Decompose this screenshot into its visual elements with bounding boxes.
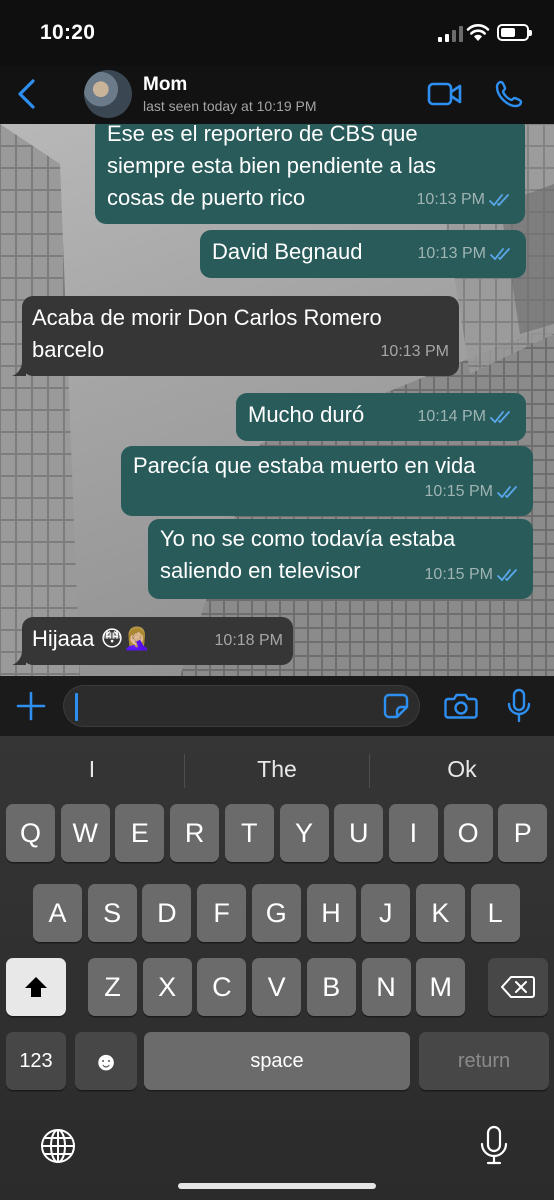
home-indicator[interactable]	[178, 1183, 376, 1189]
key-y[interactable]: Y	[279, 804, 329, 862]
key-m[interactable]: M	[416, 958, 466, 1016]
plus-icon[interactable]	[15, 690, 47, 722]
key-b[interactable]: B	[306, 958, 356, 1016]
battery-level	[501, 28, 515, 37]
key-a[interactable]: A	[33, 884, 82, 942]
key-i[interactable]: I	[388, 804, 438, 862]
message-meta: 10:13 PM	[417, 184, 513, 216]
key-x[interactable]: X	[142, 958, 192, 1016]
message-meta: 10:13 PM	[418, 238, 514, 270]
key-r[interactable]: R	[170, 804, 220, 862]
key-g[interactable]: G	[251, 884, 301, 942]
keyboard-suggestion[interactable]: I	[0, 756, 184, 783]
wifi-icon	[466, 24, 490, 41]
numbers-key[interactable]: 123	[6, 1032, 66, 1090]
keyboard-suggestion[interactable]: The	[185, 756, 369, 783]
avatar[interactable]	[84, 70, 132, 118]
key-z[interactable]: Z	[88, 958, 137, 1016]
status-bar: 10:20	[0, 0, 554, 66]
key-l[interactable]: L	[470, 884, 520, 942]
read-receipt-icon	[490, 411, 510, 424]
message-meta: 10:13 PM	[381, 336, 449, 368]
message-time: 10:13 PM	[417, 245, 486, 262]
space-key[interactable]: space	[144, 1032, 410, 1090]
read-receipt-icon	[497, 486, 517, 499]
key-w[interactable]: W	[60, 804, 110, 862]
read-receipt-icon	[489, 194, 509, 207]
key-v[interactable]: V	[252, 958, 302, 1016]
keyboard: I The Ok 123 ☻ space return QWERTYUIOPAS…	[0, 736, 554, 1200]
message-time: 10:15 PM	[424, 566, 493, 583]
message-bubble-incoming[interactable]: Hijaaa 😳🤦🏼‍♀️ 10:18 PM	[22, 617, 293, 665]
key-f[interactable]: F	[197, 884, 247, 942]
text-cursor	[75, 693, 78, 721]
phone-call-icon[interactable]	[494, 79, 524, 109]
message-text: David Begnaud	[212, 239, 363, 264]
key-n[interactable]: N	[361, 958, 411, 1016]
message-time: 10:14 PM	[417, 408, 486, 425]
keyboard-suggestion[interactable]: Ok	[370, 756, 554, 783]
message-bubble-outgoing[interactable]: Mucho duró 10:14 PM	[236, 393, 526, 441]
contact-last-seen: last seen today at 10:19 PM	[143, 98, 317, 114]
message-time: 10:13 PM	[380, 343, 449, 360]
video-call-icon[interactable]	[427, 81, 463, 107]
key-k[interactable]: K	[415, 884, 465, 942]
message-time: 10:18 PM	[214, 632, 283, 649]
message-bubble-outgoing[interactable]: Ese es el reportero de CBS que siempre e…	[95, 124, 525, 224]
key-h[interactable]: H	[306, 884, 356, 942]
cellular-signal-icon	[438, 26, 464, 42]
shift-icon	[25, 977, 47, 997]
message-text: Hijaaa 😳🤦🏼‍♀️	[32, 626, 151, 651]
sticker-icon[interactable]	[383, 693, 409, 719]
message-input-bar	[0, 676, 554, 736]
message-bubble-incoming[interactable]: Acaba de morir Don Carlos Romero barcelo…	[22, 296, 459, 376]
dictation-icon[interactable]	[479, 1125, 509, 1167]
message-text: Ese es el reportero de CBS que siempre e…	[107, 124, 436, 210]
message-meta: 10:15 PM	[425, 559, 521, 591]
chat-header: Mom last seen today at 10:19 PM	[0, 66, 554, 124]
message-meta: 10:18 PM	[215, 625, 283, 657]
key-t[interactable]: T	[224, 804, 274, 862]
message-input[interactable]	[63, 685, 420, 727]
key-o[interactable]: O	[443, 804, 493, 862]
message-text: Mucho duró	[248, 402, 365, 427]
key-e[interactable]: E	[115, 804, 165, 862]
message-bubble-outgoing[interactable]: David Begnaud 10:13 PM	[200, 230, 526, 278]
shift-key[interactable]	[6, 958, 66, 1016]
delete-key[interactable]	[488, 958, 548, 1016]
key-s[interactable]: S	[87, 884, 137, 942]
bubble-tail	[12, 362, 26, 376]
message-bubble-outgoing[interactable]: Yo no se como todavía estaba saliendo en…	[148, 519, 533, 599]
status-time: 10:20	[40, 21, 96, 44]
read-receipt-icon	[490, 248, 510, 261]
key-p[interactable]: P	[498, 804, 548, 862]
return-key[interactable]: return	[419, 1032, 549, 1090]
globe-icon[interactable]	[39, 1127, 77, 1165]
emoji-icon: ☻	[92, 1045, 120, 1076]
contact-name[interactable]: Mom	[143, 74, 187, 96]
backspace-icon	[501, 976, 535, 998]
read-receipt-icon	[497, 569, 517, 582]
key-u[interactable]: U	[334, 804, 384, 862]
message-text: Yo no se como todavía estaba saliendo en…	[160, 526, 456, 583]
key-c[interactable]: C	[197, 958, 247, 1016]
message-time: 10:13 PM	[416, 191, 485, 208]
message-meta: 10:15 PM	[425, 476, 521, 508]
chevron-left-icon[interactable]	[14, 78, 38, 110]
chat-area[interactable]: Ese es el reportero de CBS que siempre e…	[0, 124, 554, 676]
message-meta: 10:14 PM	[418, 401, 514, 433]
message-time: 10:15 PM	[424, 483, 493, 500]
message-bubble-outgoing[interactable]: Parecía que estaba muerto en vida 10:15 …	[121, 446, 533, 516]
emoji-key[interactable]: ☻	[75, 1032, 137, 1090]
key-d[interactable]: D	[142, 884, 192, 942]
microphone-icon[interactable]	[505, 688, 533, 724]
key-j[interactable]: J	[361, 884, 411, 942]
battery-icon	[497, 24, 532, 41]
bubble-tail	[12, 651, 26, 665]
key-q[interactable]: Q	[6, 804, 55, 862]
message-text: Acaba de morir Don Carlos Romero barcelo	[32, 305, 382, 362]
camera-icon[interactable]	[444, 692, 478, 720]
